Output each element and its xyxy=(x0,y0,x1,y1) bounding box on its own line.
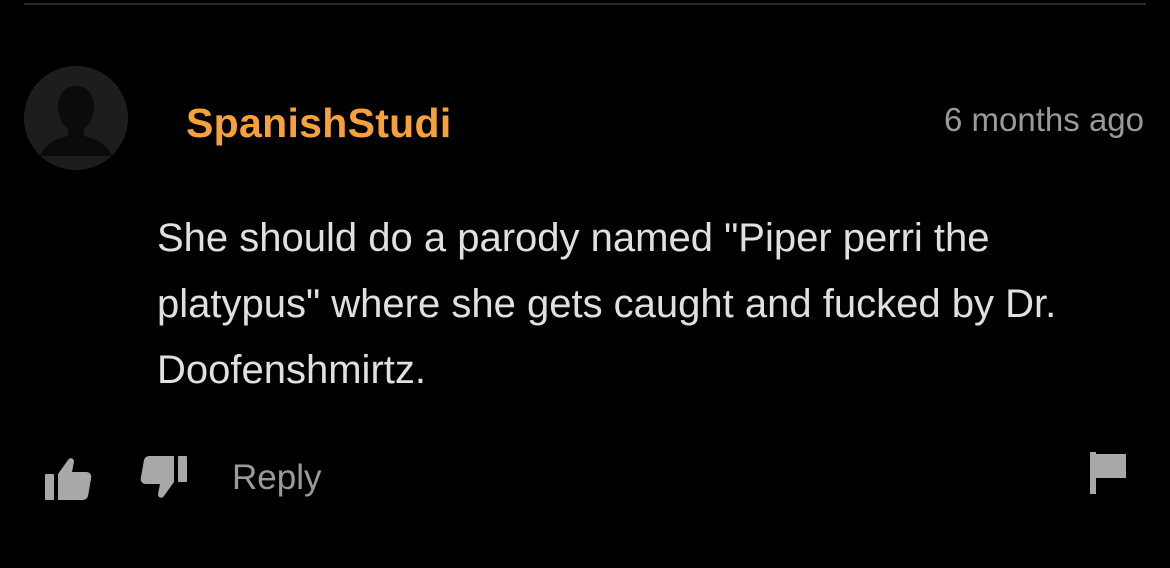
top-divider xyxy=(24,3,1146,5)
comment-body: She should do a parody named "Piper perr… xyxy=(157,216,1057,392)
reply-button[interactable]: Reply xyxy=(232,448,321,508)
avatar[interactable] xyxy=(24,66,128,170)
comment-actions: Reply xyxy=(40,448,321,508)
flag-icon[interactable] xyxy=(1084,448,1132,498)
thumbs-down-icon[interactable] xyxy=(136,450,192,506)
comment-username[interactable]: SpanishStudi xyxy=(186,98,452,148)
comment-timestamp: 6 months ago xyxy=(944,101,1144,138)
user-silhouette-icon xyxy=(24,66,128,170)
thumbs-up-icon[interactable] xyxy=(40,450,96,506)
